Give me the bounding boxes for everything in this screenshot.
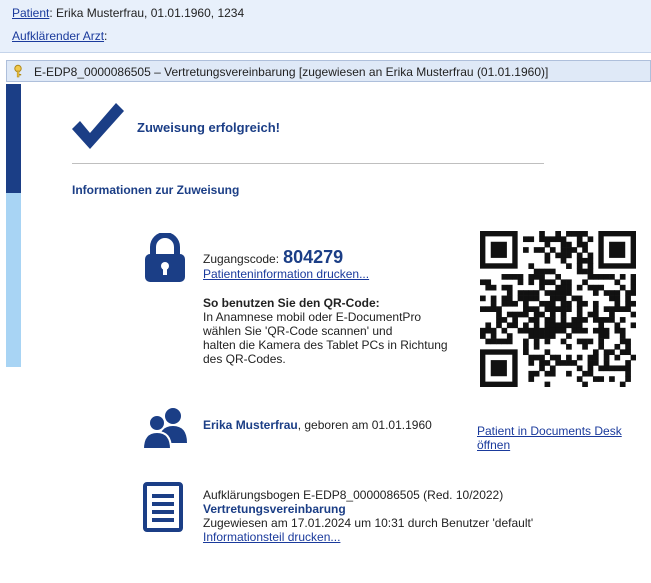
qr-instructions-line: In Anamnese mobil oder E-DocumentPro (203, 310, 422, 324)
patient-header: Patient: Erika Musterfrau, 01.01.1960, 1… (0, 0, 651, 53)
document-icon (143, 482, 183, 532)
qr-instructions-line: halten die Kamera des Tablet PCs in Rich… (203, 338, 448, 352)
patient-birth: , geboren am 01.01.1960 (297, 418, 432, 432)
access-code-label: Zugangscode: (203, 252, 280, 266)
qr-instructions-line: wählen Sie 'QR-Code scannen' und (203, 324, 393, 338)
access-code-value: 804279 (283, 247, 344, 267)
success-message: Zuweisung erfolgreich! (137, 120, 281, 135)
form-info: Aufklärungsbogen E-EDP8_0000086505 (Red.… (203, 488, 643, 544)
info-heading: Informationen zur Zuweisung (72, 183, 240, 197)
checkmark-icon (72, 103, 124, 149)
documents-desk: Patient in Documents Desk öffnen (477, 424, 647, 452)
open-documents-desk-link[interactable]: Patient in Documents Desk öffnen (477, 424, 622, 452)
qr-instructions: So benutzen Sie den QR-Code: In Anamnese… (203, 296, 473, 366)
accent-strip-dark (6, 84, 21, 193)
print-info-section-link[interactable]: Informationsteil drucken... (203, 530, 340, 544)
form-assigned: Zugewiesen am 17.01.2024 um 10:31 durch … (203, 516, 534, 530)
form-name: Vertretungsvereinbarung (203, 502, 346, 516)
key-icon (14, 64, 22, 78)
patient-info: Erika Musterfrau, geboren am 01.01.1960 (203, 418, 432, 432)
doctor-link[interactable]: Aufklärender Arzt (12, 29, 104, 43)
doctor-suffix: : (104, 29, 108, 43)
qr-instructions-title: So benutzen Sie den QR-Code: (203, 296, 380, 310)
doctor-row: Aufklärender Arzt: (12, 29, 107, 43)
patient-link[interactable]: Patient (12, 6, 49, 20)
patient-name: Erika Musterfrau (203, 418, 298, 432)
access-code: Zugangscode: 804279 (203, 247, 343, 268)
qr-code (480, 231, 636, 387)
print-patient-info-link[interactable]: Patienteninformation drucken... (203, 267, 369, 281)
lock-icon (145, 233, 185, 282)
patient-row: Patient: Erika Musterfrau, 01.01.1960, 1… (12, 6, 244, 20)
print-patient-info: Patienteninformation drucken... (203, 267, 369, 281)
form-id: Aufklärungsbogen E-EDP8_0000086505 (Red.… (203, 488, 504, 502)
document-title: E-EDP8_0000086505 – Vertretungsvereinbar… (34, 65, 549, 79)
divider (72, 163, 544, 164)
qr-instructions-line: des QR-Codes. (203, 352, 286, 366)
patient-value: : Erika Musterfrau, 01.01.1960, 1234 (49, 6, 245, 20)
people-icon (143, 408, 187, 449)
accent-strip-light (6, 193, 21, 367)
document-title-bar: E-EDP8_0000086505 – Vertretungsvereinbar… (6, 60, 651, 82)
